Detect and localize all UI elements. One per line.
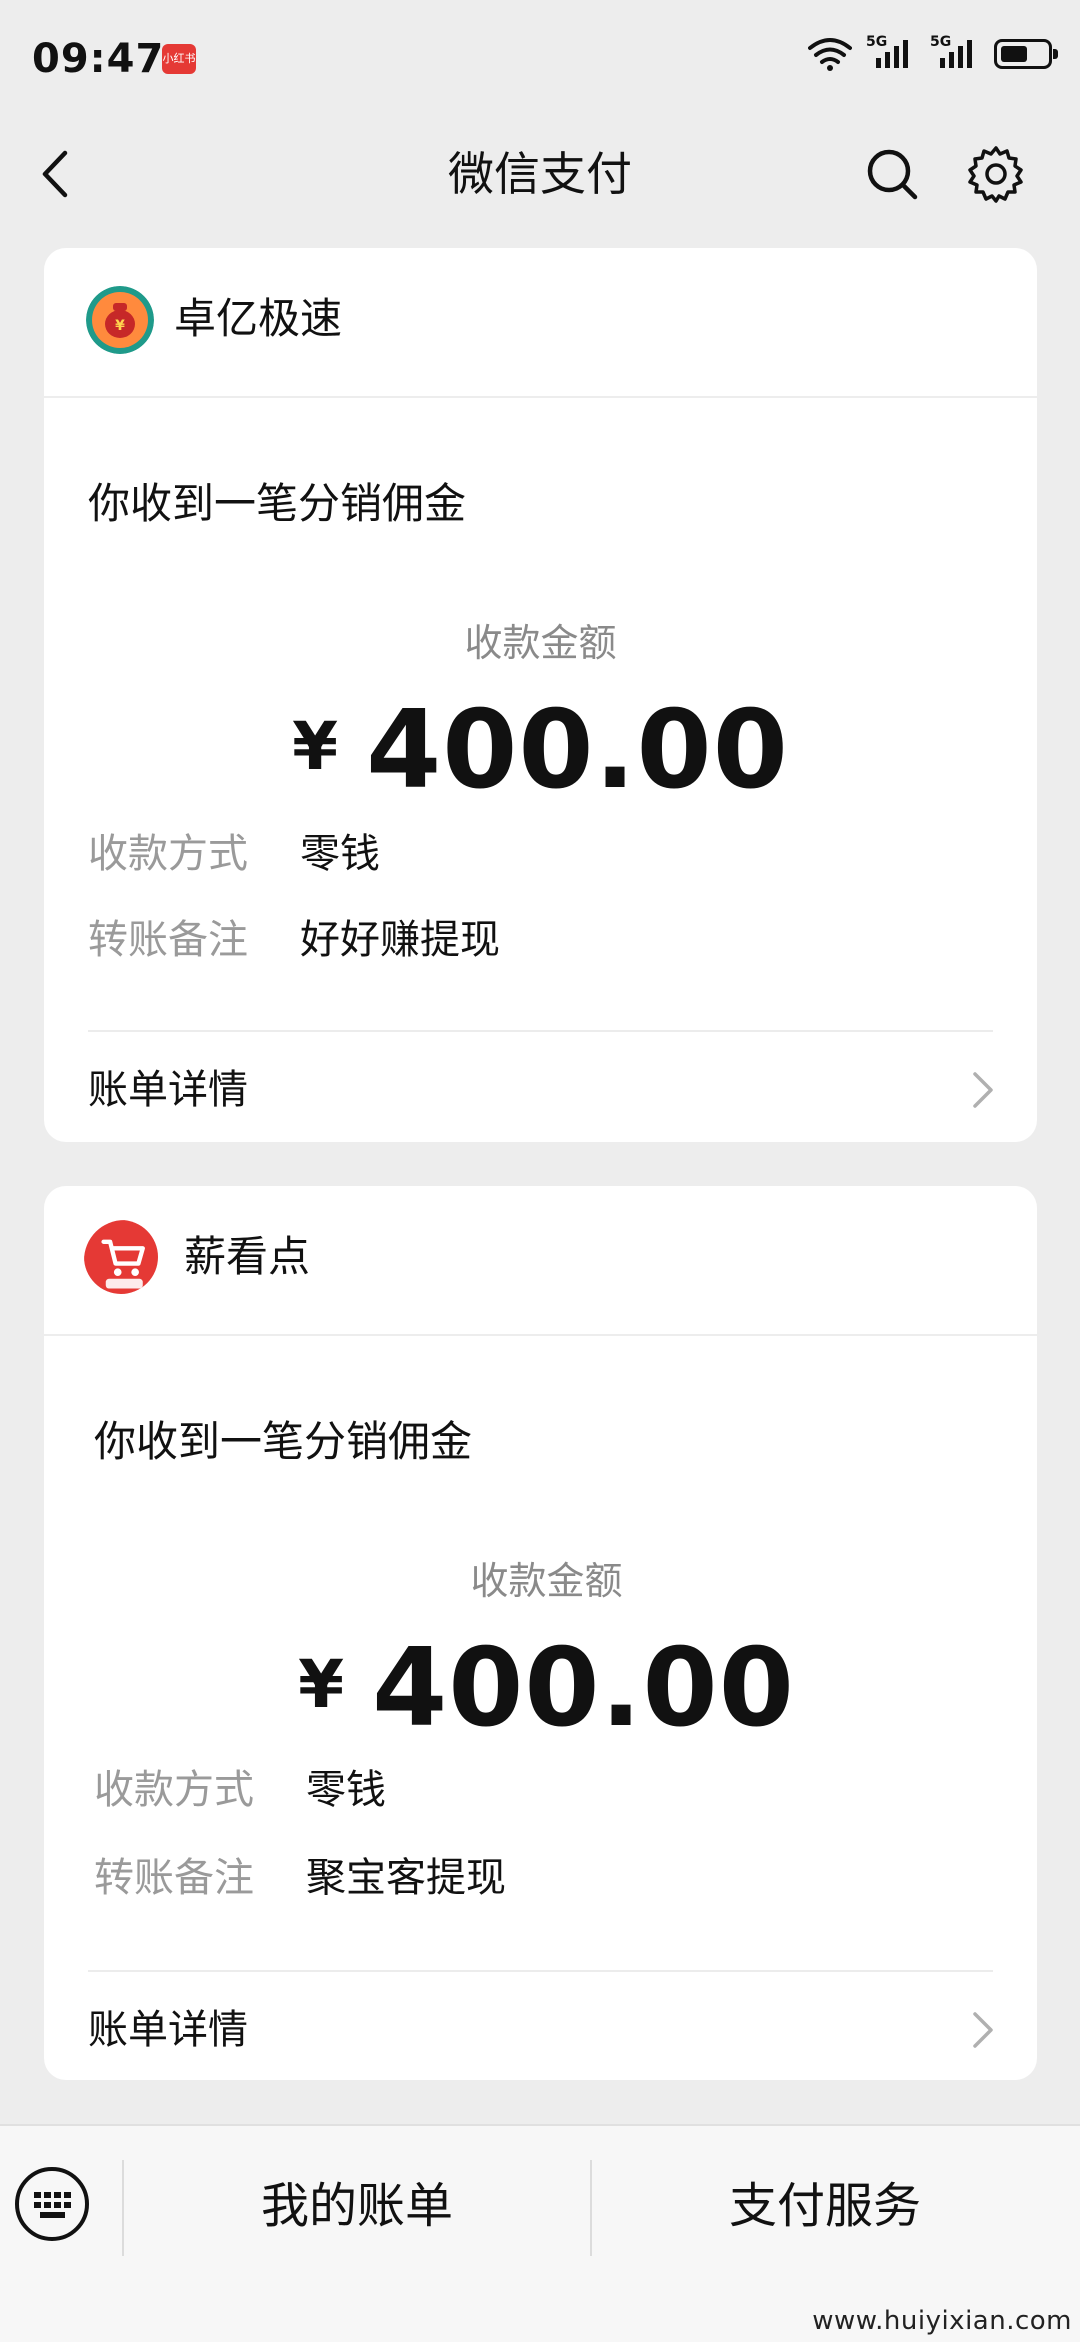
status-icons: 5G 5G (808, 34, 1058, 74)
status-time: 09:47 (32, 36, 165, 82)
my-bills-button[interactable]: 我的账单 (124, 2156, 590, 2256)
watermark: www.huiyixian.com (812, 2306, 1072, 2336)
payment-method-value: 零钱 (300, 831, 380, 877)
card-divider (88, 1030, 993, 1032)
merchant-name: 薪看点 (184, 1232, 311, 1281)
bill-details-link[interactable]: 账单详情 (44, 1034, 1037, 1152)
transfer-note-value: 聚宝客提现 (306, 1855, 506, 1901)
transfer-note-value: 好好赚提现 (300, 917, 500, 963)
payment-method-value: 零钱 (306, 1767, 386, 1813)
card-divider (88, 1970, 993, 1972)
cellular-signal-icon: 5G (930, 34, 980, 74)
cellular-signal-icon: 5G (866, 34, 916, 74)
transfer-note-label: 转账备注 (88, 917, 248, 963)
keyboard-toggle-button[interactable] (14, 2166, 90, 2242)
bill-details-link[interactable]: 账单详情 (44, 1974, 1037, 2092)
card-merchant-header: 薪看点 (44, 1186, 1037, 1336)
keyboard-icon (15, 2167, 89, 2241)
amount-number: 400.00 (372, 1626, 795, 1751)
bottom-menu-bar: 我的账单 支付服务 www.huiyixian.com (0, 2124, 1080, 2342)
payment-notification-card: 薪看点 你收到一笔分销佣金 收款金额 ¥400.00 收款方式 零钱 转账备注 … (44, 1186, 1037, 2080)
wifi-icon (808, 38, 852, 71)
payment-method-label: 收款方式 (94, 1767, 254, 1813)
amount-value: ¥400.00 (44, 686, 1037, 847)
notification-title: 你收到一笔分销佣金 (94, 1417, 473, 1466)
nav-bar: 微信支付 (0, 120, 1080, 230)
notification-title: 你收到一笔分销佣金 (88, 479, 467, 528)
search-icon (867, 149, 918, 200)
chevron-right-icon (973, 1072, 993, 1108)
settings-button[interactable] (962, 140, 1030, 208)
merchant-name: 卓亿极速 (174, 294, 343, 343)
amount-number: 400.00 (366, 688, 789, 813)
svg-text:¥: ¥ (115, 318, 125, 334)
bill-details-label: 账单详情 (88, 1067, 248, 1113)
search-button[interactable] (858, 140, 926, 208)
transfer-note-label: 转账备注 (94, 1855, 254, 1901)
chevron-right-icon (973, 2012, 993, 2048)
card-merchant-header: ¥ 卓亿极速 (44, 248, 1037, 398)
merchant-logo-icon: ¥ (86, 286, 154, 354)
currency-symbol: ¥ (298, 1646, 345, 1723)
merchant-logo-icon (84, 1220, 158, 1294)
pay-services-button[interactable]: 支付服务 (592, 2156, 1058, 2256)
amount-label: 收款金额 (470, 1559, 623, 1603)
payment-notification-card: ¥ 卓亿极速 你收到一笔分销佣金 收款金额 ¥400.00 收款方式 零钱 转账… (44, 248, 1037, 1142)
currency-symbol: ¥ (292, 708, 339, 785)
amount-value: ¥400.00 (44, 1624, 1037, 1785)
bill-details-label: 账单详情 (88, 2007, 248, 2053)
gear-icon (968, 146, 1023, 203)
status-bar: 09:47 小红书 5G 5G (0, 0, 1080, 120)
battery-icon (994, 39, 1058, 69)
amount-label: 收款金额 (464, 621, 617, 665)
xiaohongshu-notification-icon: 小红书 (162, 44, 196, 74)
payment-method-label: 收款方式 (88, 831, 248, 877)
